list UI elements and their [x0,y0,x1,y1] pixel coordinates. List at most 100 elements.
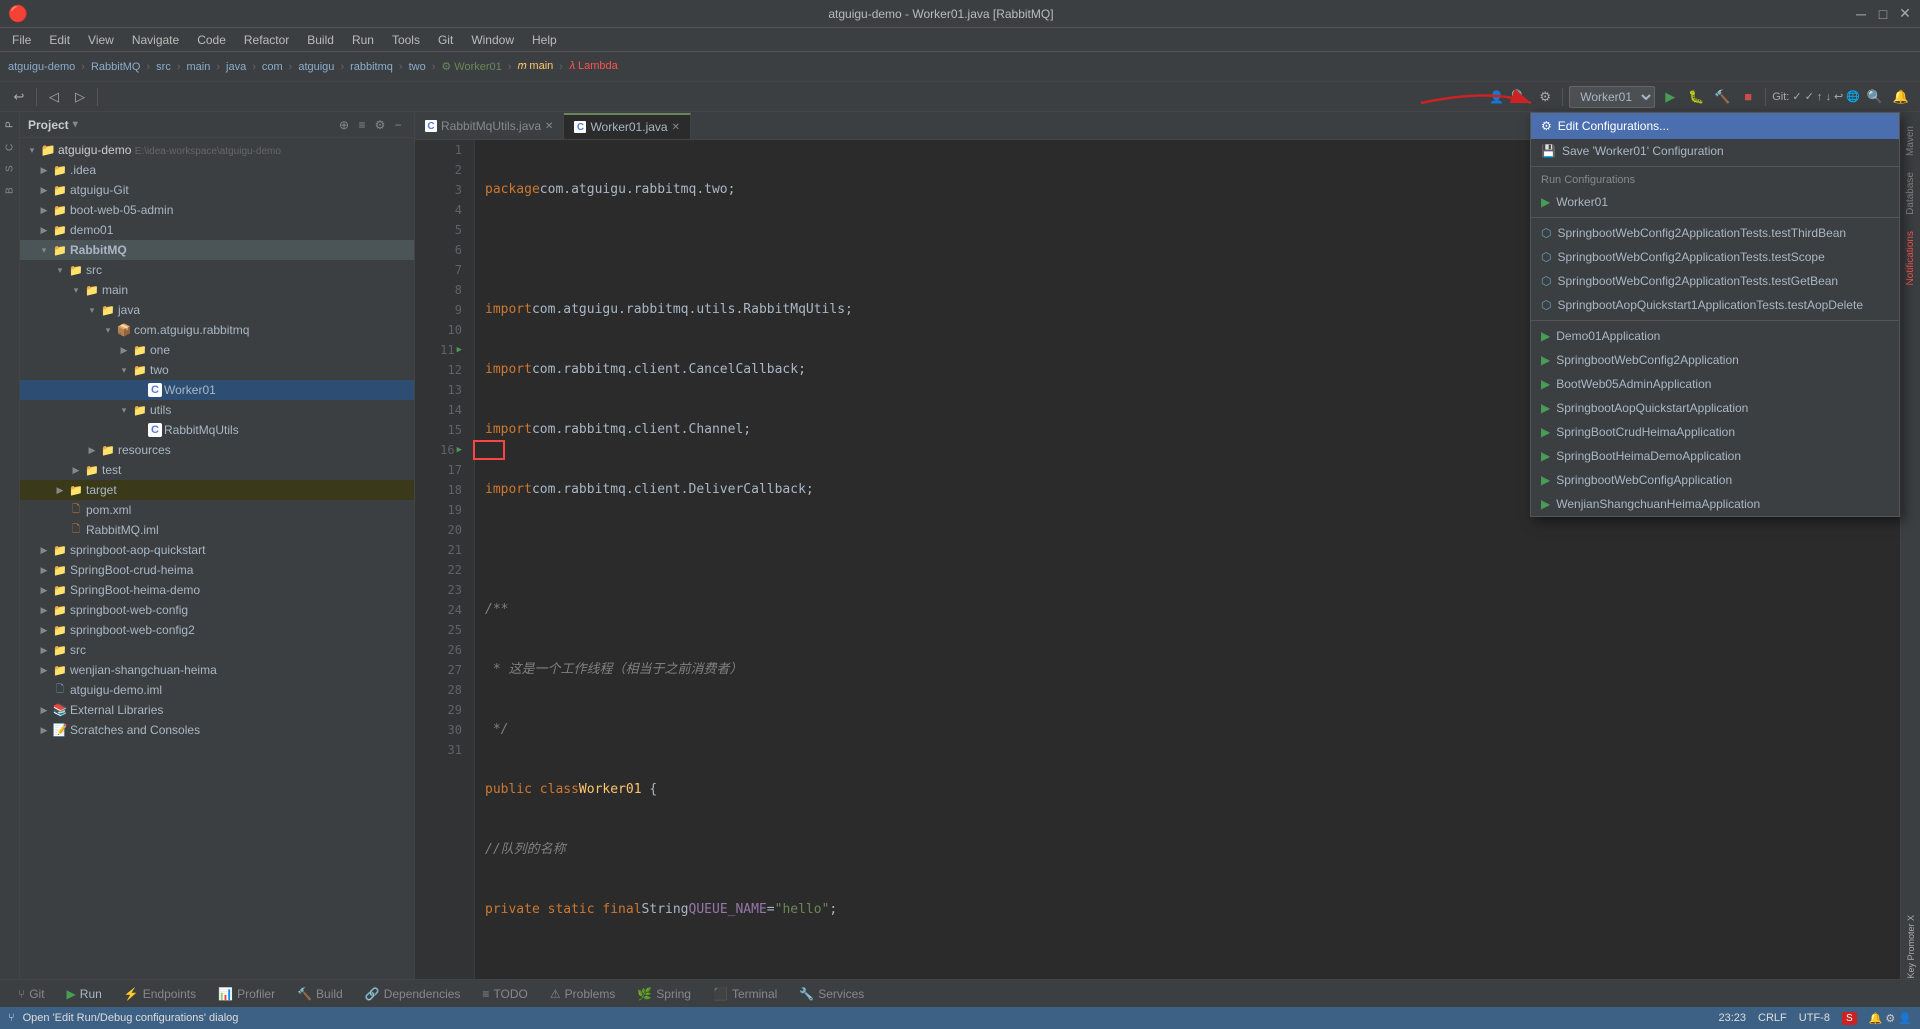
tree-rabbitmqutils[interactable]: C RabbitMqUtils [20,420,414,440]
collapse-button[interactable]: ≡ [354,117,370,133]
config-wenjian[interactable]: ▶ WenjianShangchuanHeimaApplication [1531,492,1899,516]
project-dropdown-arrow[interactable]: ▾ [73,119,78,130]
config-worker01[interactable]: ▶ Worker01 [1531,190,1899,214]
bottom-tab-profiler[interactable]: 📊 Profiler [208,983,285,1005]
encoding[interactable]: UTF-8 [1799,1012,1830,1024]
tree-idea[interactable]: ▶ 📁 .idea [20,160,414,180]
bottom-tab-problems[interactable]: ⚠ Problems [540,983,625,1005]
bottom-tab-endpoints[interactable]: ⚡ Endpoints [114,983,206,1005]
tree-main[interactable]: ▾ 📁 main [20,280,414,300]
tree-springboot-crud[interactable]: ▶ 📁 SpringBoot-crud-heima [20,560,414,580]
tree-resources[interactable]: ▶ 📁 resources [20,440,414,460]
breadcrumb-method-main[interactable]: 𝑚 main [517,60,553,73]
tree-root[interactable]: ▾ 📁 atguigu-demo E:\idea-workspace\atgui… [20,140,414,160]
tree-wenjian[interactable]: ▶ 📁 wenjian-shangchuan-heima [20,660,414,680]
key-promoter-tab[interactable]: Key Promoter X [1906,907,1916,979]
left-icon-structure[interactable]: S [1,160,19,178]
tree-src[interactable]: ▾ 📁 src [20,260,414,280]
tab-worker01[interactable]: C Worker01.java ✕ [564,113,691,139]
bottom-tab-todo[interactable]: ≡ TODO [472,983,537,1005]
tree-demo01[interactable]: ▶ 📁 demo01 [20,220,414,240]
edit-configurations-item[interactable]: ⚙ Edit Configurations... [1531,113,1899,139]
left-icon-commit[interactable]: C [1,138,19,156]
notifications-tab[interactable]: Notifications [1903,225,1918,291]
minimize-button[interactable]: ─ [1854,7,1868,21]
tree-package[interactable]: ▾ 📦 com.atguigu.rabbitmq [20,320,414,340]
config-test3[interactable]: ⬡ SpringbootWebConfig2ApplicationTests.t… [1531,269,1899,293]
run-button[interactable]: ▶ [1659,86,1681,108]
tree-iml[interactable]: 🗋 RabbitMQ.iml [20,520,414,540]
menu-file[interactable]: File [4,31,39,49]
run-config-select[interactable]: Worker01 [1569,86,1655,108]
stop-button[interactable]: ■ [1737,86,1759,108]
breadcrumb-main[interactable]: main [187,61,211,73]
tree-one[interactable]: ▶ 📁 one [20,340,414,360]
bottom-tab-build[interactable]: 🔨 Build [287,983,353,1005]
breadcrumb-java[interactable]: java [226,61,246,73]
config-test1[interactable]: ⬡ SpringbootWebConfig2ApplicationTests.t… [1531,221,1899,245]
tree-test[interactable]: ▶ 📁 test [20,460,414,480]
tab-rabbitmqutils[interactable]: C RabbitMqUtils.java ✕ [415,113,564,139]
config-demo01[interactable]: ▶ Demo01Application [1531,324,1899,348]
left-icon-bookmarks[interactable]: B [1,182,19,200]
search-button[interactable]: 🔍 [1864,86,1886,108]
bottom-tab-spring[interactable]: 🌿 Spring [627,983,701,1005]
tree-java[interactable]: ▾ 📁 java [20,300,414,320]
bottom-tab-dependencies[interactable]: 🔗 Dependencies [355,983,471,1005]
close-button[interactable]: ✕ [1898,7,1912,21]
breadcrumb-worker01[interactable]: ⚙ Worker01 [441,60,501,73]
forward-button[interactable]: ▷ [69,86,91,108]
title-bar-right[interactable]: ─ □ ✕ [1854,7,1912,21]
tree-springboot-heima[interactable]: ▶ 📁 SpringBoot-heima-demo [20,580,414,600]
tab-close2[interactable]: ✕ [672,122,680,133]
breadcrumb-rabbitmq2[interactable]: rabbitmq [350,61,393,73]
menu-git[interactable]: Git [430,31,461,49]
tree-src2[interactable]: ▶ 📁 src [20,640,414,660]
config-bootweb[interactable]: ▶ BootWeb05AdminApplication [1531,372,1899,396]
config-springboot-web2app[interactable]: ▶ SpringbootWebConfig2Application [1531,348,1899,372]
menu-code[interactable]: Code [189,31,234,49]
back-button[interactable]: ◁ [43,86,65,108]
caret-position[interactable]: 23:23 [1719,1012,1747,1024]
config-aop[interactable]: ▶ SpringbootAopQuickstartApplication [1531,396,1899,420]
revert-button[interactable]: ↩ [8,86,30,108]
maximize-button[interactable]: □ [1876,7,1890,21]
left-icon-project[interactable]: P [1,116,19,134]
menu-window[interactable]: Window [463,31,522,49]
menu-refactor[interactable]: Refactor [236,31,297,49]
build-button[interactable]: 🔨 [1711,86,1733,108]
database-tab[interactable]: Database [1903,166,1918,221]
config-test2[interactable]: ⬡ SpringbootWebConfig2ApplicationTests.t… [1531,245,1899,269]
bottom-tab-git[interactable]: ⑂ Git [8,983,55,1005]
tree-close[interactable]: − [390,117,406,133]
tree-pom[interactable]: 🗋 pom.xml [20,500,414,520]
bottom-tab-services[interactable]: 🔧 Services [789,983,874,1005]
breadcrumb-rabbitmq[interactable]: RabbitMQ [91,61,141,73]
tree-rabbitmq[interactable]: ▾ 📁 RabbitMQ [20,240,414,260]
config-crud[interactable]: ▶ SpringBootCrudHeimaApplication [1531,420,1899,444]
breadcrumb-root[interactable]: atguigu-demo [8,61,75,73]
tree-springboot-web[interactable]: ▶ 📁 springboot-web-config [20,600,414,620]
tree-atguigu-git[interactable]: ▶ 📁 atguigu-Git [20,180,414,200]
tree-scratches[interactable]: ▶ 📝 Scratches and Consoles [20,720,414,740]
config-webconfig[interactable]: ▶ SpringbootWebConfigApplication [1531,468,1899,492]
line-separator[interactable]: CRLF [1758,1012,1787,1024]
tree-atguigu-iml[interactable]: 🗋 atguigu-demo.iml [20,680,414,700]
menu-navigate[interactable]: Navigate [124,31,187,49]
menu-view[interactable]: View [80,31,122,49]
tree-springboot-web2[interactable]: ▶ 📁 springboot-web-config2 [20,620,414,640]
tree-boot-web[interactable]: ▶ 📁 boot-web-05-admin [20,200,414,220]
bottom-tab-terminal[interactable]: ⬛ Terminal [703,983,787,1005]
bottom-tab-run[interactable]: ▶ Run [57,983,112,1005]
maven-tab[interactable]: Maven [1903,120,1918,162]
breadcrumb-src[interactable]: src [156,61,171,73]
tab-close[interactable]: ✕ [545,121,553,132]
config-heimademo[interactable]: ▶ SpringBootHeimaDemoApplication [1531,444,1899,468]
tree-settings[interactable]: ⚙ [372,117,388,133]
config-test4[interactable]: ⬡ SpringbootAopQuickstart1ApplicationTes… [1531,293,1899,317]
menu-run[interactable]: Run [344,31,382,49]
menu-tools[interactable]: Tools [384,31,428,49]
menu-help[interactable]: Help [524,31,565,49]
menu-build[interactable]: Build [299,31,342,49]
locate-button[interactable]: ⊕ [336,117,352,133]
